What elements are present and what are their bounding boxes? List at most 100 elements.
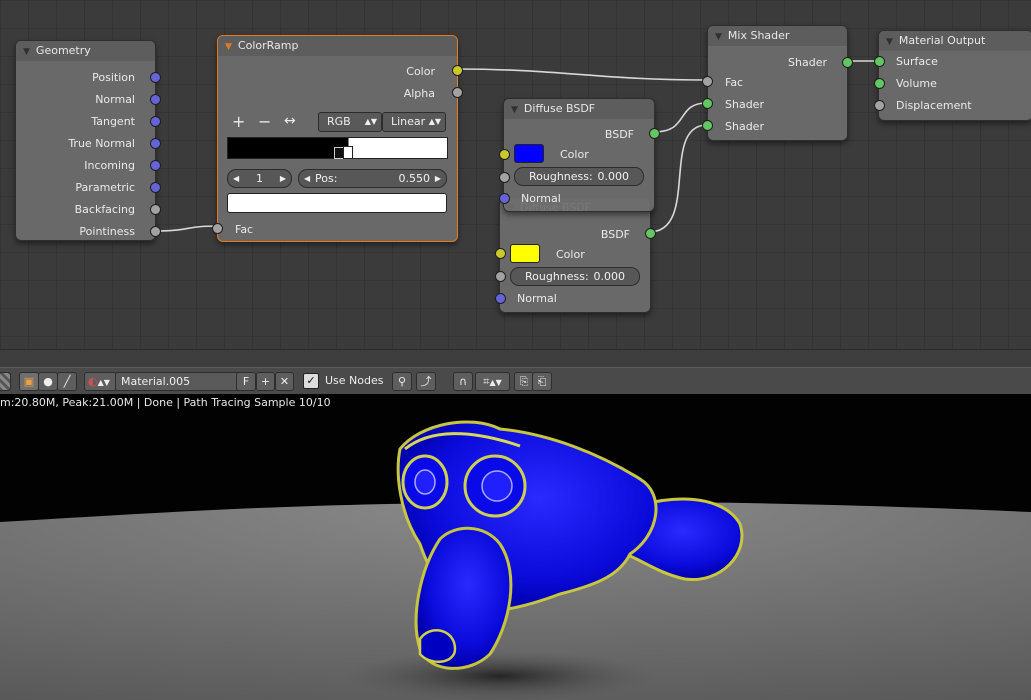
x-icon[interactable]: ✕ (275, 372, 294, 391)
color-swatch[interactable] (514, 144, 544, 163)
updown-icon: ▲▼ (428, 117, 441, 126)
socket-color-out[interactable] (452, 65, 463, 76)
stop-index-field[interactable]: ◀ 1 ▶ (227, 169, 292, 188)
material-output-node-header[interactable]: ▼ Material Output (879, 31, 1031, 51)
socket-incoming[interactable] (150, 160, 161, 171)
parent-node-tree-icon[interactable]: ⤴ (416, 372, 436, 391)
socket-color-in[interactable] (495, 248, 506, 259)
socket-fac-in[interactable] (212, 223, 223, 234)
flip-ramp-button[interactable]: ↔ (284, 113, 296, 129)
diffuse-bsdf-node-2[interactable]: ▼Diffuse BSDF BSDF Color Roughness: 0.00… (495, 197, 656, 313)
left-pupil (414, 469, 436, 495)
remove-stop-button[interactable]: − (258, 112, 271, 131)
socket-tangent[interactable] (150, 116, 161, 127)
collapse-icon[interactable]: ▼ (715, 27, 722, 46)
socket-shader-1-in[interactable] (702, 98, 713, 109)
colorramp-node-header[interactable]: ▼ ColorRamp (218, 36, 457, 56)
geometry-node[interactable]: ▼ Geometry Position Normal Tangent True N… (15, 40, 161, 241)
node-title: Material Output (898, 34, 986, 47)
roughness-field[interactable]: Roughness: 0.000 (510, 267, 640, 286)
socket-displacement-in[interactable] (874, 100, 885, 111)
socket-pointiness[interactable] (150, 226, 161, 237)
world-shader-icon[interactable]: ● (38, 372, 58, 391)
arrow-left-icon[interactable]: ◀ (233, 170, 239, 187)
input-label-fac: Fac (725, 76, 744, 89)
checker-icon[interactable] (0, 372, 11, 391)
output-label-parametric: Parametric (75, 181, 135, 194)
socket-roughness-in[interactable] (495, 271, 506, 282)
stop-position-field[interactable]: ◀ Pos: 0.550 ▶ (298, 169, 447, 188)
collapse-icon[interactable]: ▼ (886, 32, 893, 51)
material-name-field[interactable]: Material.005 (115, 372, 242, 391)
socket-backfacing[interactable] (150, 204, 161, 215)
socket-normal[interactable] (150, 94, 161, 105)
line-style-icon[interactable]: ╱ (57, 372, 77, 391)
diffuse-bsdf-1-header[interactable]: ▼ Diffuse BSDF (504, 99, 654, 119)
socket-surface-in[interactable] (874, 56, 885, 67)
output-label-incoming: Incoming (84, 159, 135, 172)
socket-roughness-in[interactable] (499, 172, 510, 183)
interpolation-select[interactable]: Linear ▲▼ (382, 112, 446, 132)
mix-shader-node[interactable]: ▼ Mix Shader Shader Fac Shader Shader (702, 25, 853, 141)
socket-shader-2-in[interactable] (702, 120, 713, 131)
node-title: Mix Shader (727, 29, 790, 42)
copy-icon[interactable]: ⎘ (514, 372, 534, 391)
node-title: ColorRamp (237, 39, 299, 52)
arrow-right-icon[interactable]: ▶ (280, 170, 286, 187)
use-nodes-label: Use Nodes (325, 374, 384, 387)
render-status-text: m:20.80M, Peak:21.00M | Done | Path Trac… (0, 396, 331, 409)
diffuse-bsdf-node-1[interactable]: ▼ Diffuse BSDF BSDF Color Roughness: 0.00… (499, 98, 660, 212)
collapse-icon[interactable]: ▼ (23, 42, 30, 61)
interpolation-value: Linear (391, 115, 426, 128)
rendered-viewport[interactable]: m:20.80M, Peak:21.00M | Done | Path Trac… (0, 394, 1031, 700)
arrow-right-icon[interactable]: ▶ (435, 170, 441, 187)
link-bsdf2-shader2 (648, 124, 708, 233)
ramp-stop-handle-1[interactable] (343, 146, 353, 159)
material-output-node[interactable]: ▼ Material Output Surface Volume Displace… (874, 30, 1031, 121)
socket-fac-in[interactable] (702, 76, 713, 87)
socket-bsdf-out[interactable] (649, 128, 660, 139)
output-label-tangent: Tangent (91, 115, 135, 128)
output-label-position: Position (92, 71, 135, 84)
collapse-icon[interactable]: ▼ (225, 37, 232, 56)
color-swatch[interactable] (510, 244, 540, 263)
paste-icon[interactable]: ⎗ (532, 372, 552, 391)
geometry-node-header[interactable]: ▼ Geometry (16, 41, 155, 61)
fake-user-button[interactable]: F (236, 372, 256, 391)
area-splitter[interactable] (0, 349, 1031, 368)
object-shader-icon[interactable]: ▣ (19, 372, 39, 391)
material-browse-icon[interactable]: ◐▲▼ (84, 372, 117, 391)
node-editor[interactable]: ▼ Geometry Position Normal Tangent True N… (0, 0, 1031, 349)
socket-normal-in[interactable] (495, 293, 506, 304)
colorramp-node[interactable]: ▼ ColorRamp Color Alpha + − ↔ RGB ▲▼ Line… (212, 35, 463, 242)
updown-icon: ▲▼ (364, 117, 377, 126)
mix-shader-node-header[interactable]: ▼ Mix Shader (708, 26, 847, 46)
socket-normal-in[interactable] (499, 193, 510, 204)
collapse-icon[interactable]: ▼ (511, 100, 518, 119)
roughness-label: Roughness: (525, 270, 589, 283)
input-label-shader-2: Shader (725, 120, 764, 133)
roughness-field[interactable]: Roughness: 0.000 (514, 167, 644, 186)
plus-icon[interactable]: + (256, 372, 275, 391)
input-label-displacement: Displacement (896, 99, 972, 112)
socket-bsdf-out[interactable] (645, 228, 656, 239)
snap-element-icon[interactable]: ⌗▲▼ (475, 372, 510, 391)
use-nodes-checkbox[interactable]: ✓ (303, 373, 319, 389)
snap-toggle-icon[interactable]: ∩ (453, 372, 473, 391)
arrow-left-icon[interactable]: ◀ (304, 170, 310, 187)
socket-color-in[interactable] (499, 149, 510, 160)
color-mode-select[interactable]: RGB ▲▼ (318, 112, 382, 132)
roughness-label: Roughness: (529, 170, 593, 183)
socket-alpha-out[interactable] (452, 87, 463, 98)
socket-true-normal[interactable] (150, 138, 161, 149)
socket-shader-out[interactable] (842, 57, 853, 68)
stop-color-swatch[interactable] (227, 193, 447, 213)
material-name: Material.005 (121, 375, 191, 388)
socket-position[interactable] (150, 72, 161, 83)
socket-volume-in[interactable] (874, 78, 885, 89)
pos-value: 0.550 (398, 172, 431, 185)
socket-parametric[interactable] (150, 182, 161, 193)
mouth (418, 629, 457, 663)
pin-icon[interactable]: ⚲ (392, 372, 412, 391)
add-stop-button[interactable]: + (232, 112, 245, 131)
